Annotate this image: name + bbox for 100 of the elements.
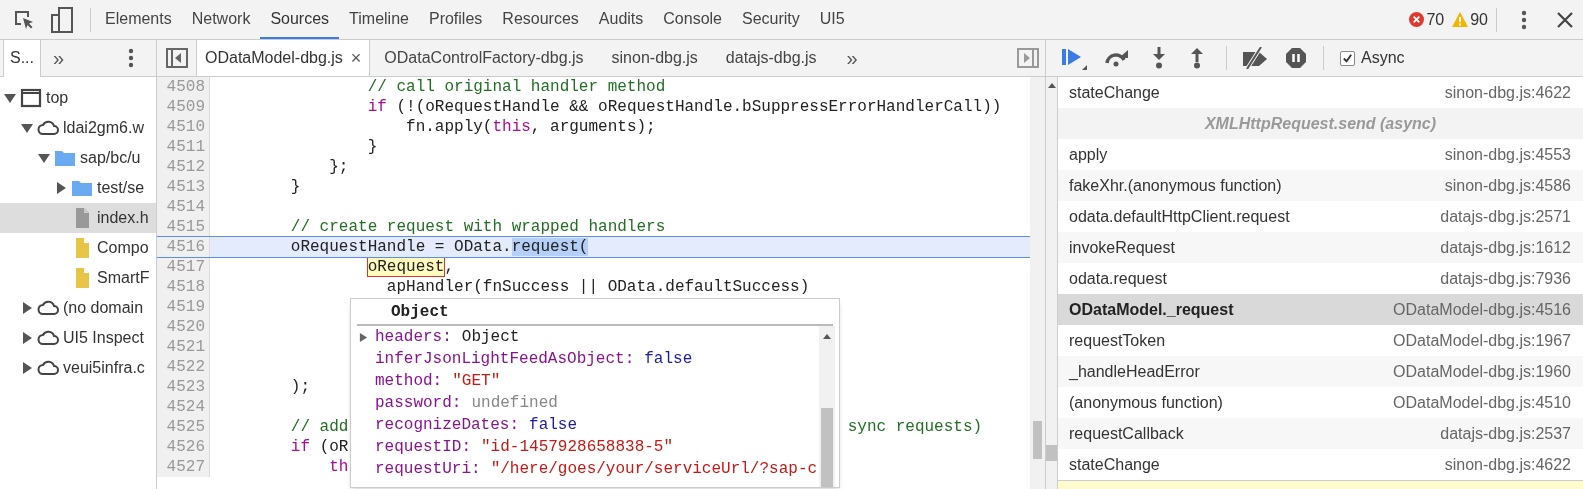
file-tab[interactable]: ODataControlFactory-dbg.js <box>370 40 598 76</box>
device-icon[interactable] <box>50 6 74 33</box>
code-text: fn.apply( <box>406 118 493 136</box>
property-name: method: <box>375 371 443 392</box>
code-text: (oR <box>319 438 349 456</box>
line-number: 4527 <box>157 457 210 477</box>
more-icon[interactable] <box>1521 9 1527 30</box>
scrollbar-thumb[interactable] <box>1046 445 1057 461</box>
property-name: recognizeDates: <box>375 415 520 436</box>
panel-tab[interactable]: Audits <box>588 0 654 39</box>
tree-label: UI5 Inspect <box>63 328 144 348</box>
line-number: 4515 <box>157 217 210 237</box>
tree-label: index.h <box>97 208 149 228</box>
scrollbar-thumb[interactable] <box>1033 421 1042 459</box>
panel-tab[interactable]: Elements <box>95 0 182 39</box>
code-text: }; <box>329 158 349 176</box>
async-divider-label: XMLHttpRequest.send (async) <box>1204 113 1437 134</box>
code-text: th <box>329 458 349 476</box>
property-value: "id-1457928658838-5" <box>481 437 674 458</box>
collapse-icon[interactable] <box>38 152 50 164</box>
line-number: 4508 <box>157 77 210 97</box>
file-tab[interactable]: sinon-dbg.js <box>597 40 712 76</box>
tree-item[interactable]: ldai2gm6.w <box>0 113 156 143</box>
code-text: , <box>444 258 455 276</box>
tree-item[interactable]: (no domain <box>0 293 156 323</box>
sidebar-toggle-icon[interactable] <box>1017 48 1039 68</box>
frame-location: sinon-dbg.js:4553 <box>1444 144 1571 165</box>
tree-item[interactable]: UI5 Inspect <box>0 323 156 353</box>
property-name: password: <box>375 393 462 414</box>
panel-tab[interactable]: Timeline <box>339 0 419 39</box>
expand-icon[interactable] <box>21 332 33 344</box>
collapse-icon[interactable] <box>21 122 33 134</box>
call-frame[interactable]: invokeRequest datajs-dbg.js:1612 <box>1058 232 1583 263</box>
pause-exceptions-icon[interactable] <box>1285 47 1307 69</box>
deactivate-breakpoints-icon[interactable] <box>1241 47 1269 69</box>
tree-item[interactable]: veui5infra.c <box>0 353 156 383</box>
step-over-icon[interactable] <box>1104 49 1130 67</box>
resume-icon[interactable] <box>1060 46 1090 70</box>
line-number: 4512 <box>157 157 210 177</box>
sidebar-toggle-icon[interactable] <box>166 48 188 68</box>
step-out-icon[interactable] <box>1190 47 1204 69</box>
call-frame[interactable]: ODataModel._request ODataModel-dbg.js:4516 <box>1058 294 1583 325</box>
frame-name: ODataModel._request <box>1069 299 1234 320</box>
more-icon[interactable] <box>128 48 134 68</box>
property-value: false <box>529 415 578 436</box>
call-frame[interactable]: requestCallback datajs-dbg.js:2537 <box>1058 418 1583 449</box>
property-value: undefined <box>471 393 558 414</box>
file-tab[interactable]: datajs-dbg.js <box>711 40 831 76</box>
tree-item[interactable]: SmartF <box>0 263 156 293</box>
tree-label: (no domain <box>63 298 144 318</box>
frame-name: invokeRequest <box>1069 237 1175 258</box>
expand-icon[interactable] <box>21 302 33 314</box>
error-count: 70 <box>1426 9 1445 30</box>
tree-item[interactable]: Compo <box>0 233 156 263</box>
line-number: 4509 <box>157 97 210 117</box>
panel-tab[interactable]: Profiles <box>418 0 493 39</box>
panel-tab[interactable]: UI5 <box>809 0 855 39</box>
scroll-up-icon[interactable] <box>1046 81 1058 89</box>
more-tabs-button[interactable]: » <box>53 43 65 73</box>
collapse-icon[interactable] <box>4 92 16 104</box>
line-number: 4526 <box>157 437 210 457</box>
frame-location: ODataModel-dbg.js:1967 <box>1393 330 1571 351</box>
close-icon[interactable] <box>1557 11 1573 28</box>
frame-name: odata.defaultHttpClient.request <box>1069 206 1290 227</box>
line-number: 4514 <box>157 197 210 217</box>
code-text: ); <box>290 378 310 396</box>
close-tab-button[interactable]: × <box>350 44 362 72</box>
line-number: 4513 <box>157 177 210 197</box>
scroll-up-icon[interactable] <box>821 332 833 340</box>
line-number: 4517 <box>157 257 210 277</box>
property-value: Object <box>461 327 520 348</box>
code-text: this <box>492 118 531 136</box>
code-text: oRequestHandle = OData. <box>290 238 512 256</box>
property-name: inferJsonLightFeedAsObject: <box>375 349 635 370</box>
expand-icon[interactable] <box>55 182 67 194</box>
tree-item[interactable]: test/se <box>0 173 156 203</box>
tree-label: top <box>46 88 69 108</box>
panel-tab[interactable]: Resources <box>492 0 589 39</box>
scrollbar-thumb[interactable] <box>821 408 833 487</box>
expand-icon[interactable] <box>359 332 368 342</box>
call-frame[interactable]: fakeXhr.(anonymous function) sinon-dbg.js:4586 <box>1058 170 1583 201</box>
tree-label: ldai2gm6.w <box>63 118 144 138</box>
file-tab[interactable]: ODataModel-dbg.js × <box>196 40 371 76</box>
tree-item[interactable]: sap/bc/u <box>0 143 156 173</box>
navigator-tab[interactable]: S... <box>3 39 41 77</box>
panel-tab[interactable]: Network <box>181 0 261 39</box>
expand-icon[interactable] <box>21 362 33 374</box>
call-frame[interactable]: _handleHeadError ODataModel-dbg.js:1960 <box>1058 356 1583 387</box>
panel-tab[interactable]: Console <box>653 0 732 39</box>
line-number: 4522 <box>157 357 210 377</box>
code-comment: // create request with wrapped handlers <box>290 218 666 236</box>
more-tabs-button[interactable]: » <box>846 43 858 73</box>
panel-tab[interactable]: Security <box>732 0 810 39</box>
error-icon <box>1409 12 1425 27</box>
step-into-icon[interactable] <box>1152 47 1166 69</box>
tree-item[interactable]: top <box>0 83 156 113</box>
async-label: Async <box>1361 48 1405 68</box>
tree-item[interactable]: index.h <box>0 203 156 233</box>
async-checkbox[interactable] <box>1340 50 1355 66</box>
frame-name: requestCallback <box>1069 423 1184 444</box>
